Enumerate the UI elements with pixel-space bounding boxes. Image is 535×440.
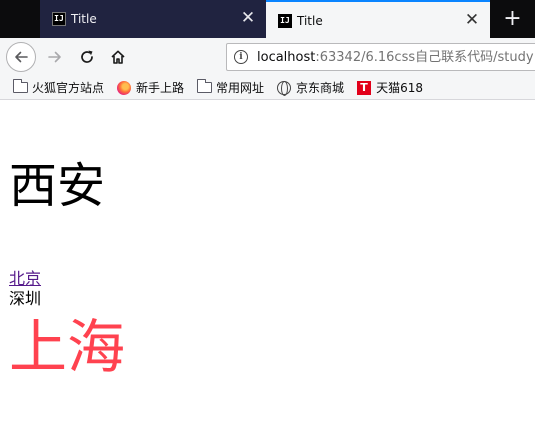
url-bar[interactable]: i localhost:63342/6.16css自己联系代码/study [226, 43, 535, 71]
reload-button[interactable] [72, 42, 102, 72]
tab-title: Title [297, 14, 323, 28]
intellij-favicon-icon: IJ [52, 12, 66, 26]
bookmark-label: 京东商城 [296, 81, 345, 95]
forward-button[interactable] [40, 42, 70, 72]
home-icon [111, 50, 125, 64]
home-button[interactable] [103, 42, 133, 72]
navigation-toolbar: i localhost:63342/6.16css自己联系代码/study [0, 38, 535, 76]
bookmark-label: 常用网址 [216, 81, 265, 95]
back-arrow-icon [15, 51, 28, 63]
folder-icon [12, 79, 28, 95]
bookmark-label: 天猫618 [376, 81, 423, 95]
bookmark-firefox-official[interactable]: 火狐官方站点 [12, 79, 104, 96]
page-heading: 西安 [9, 158, 106, 214]
back-button[interactable] [6, 42, 36, 72]
url-text[interactable]: localhost:63342/6.16css自己联系代码/study [257, 50, 534, 66]
tab-inactive[interactable]: IJ Title ✕ [40, 0, 266, 38]
shanghai-text: 上海 [9, 313, 126, 381]
new-tab-button[interactable]: + [490, 0, 535, 38]
tabstrip-leading-space [0, 0, 40, 38]
intellij-favicon-icon: IJ [278, 14, 292, 28]
close-tab-icon[interactable]: ✕ [464, 12, 480, 29]
tab-strip: IJ Title ✕ IJ Title ✕ + [0, 0, 535, 38]
site-info-icon[interactable]: i [234, 50, 248, 64]
folder-icon [196, 79, 212, 95]
url-host: localhost [257, 50, 316, 65]
close-tab-icon[interactable]: ✕ [240, 10, 256, 27]
tab-active[interactable]: IJ Title ✕ [266, 0, 490, 38]
bookmark-getting-started[interactable]: 新手上路 [116, 79, 184, 96]
bookmark-label: 新手上路 [136, 81, 185, 95]
shenzhen-text: 深圳 [9, 289, 42, 308]
firefox-icon [116, 80, 132, 95]
bookmark-tmall[interactable]: T 天猫618 [356, 79, 423, 96]
bookmark-jd[interactable]: 京东商城 [276, 79, 344, 96]
bookmark-label: 火狐官方站点 [32, 81, 105, 95]
bookmarks-toolbar: 火狐官方站点 新手上路 常用网址 京东商城 T 天猫618 [0, 76, 535, 100]
beijing-link[interactable]: 北京 [9, 269, 41, 289]
page-content: 西安 北京 深圳 上海 [0, 101, 535, 440]
globe-icon [276, 80, 292, 96]
reload-icon [81, 50, 93, 63]
tmall-icon: T [356, 80, 372, 95]
forward-arrow-icon [48, 51, 61, 63]
bookmark-common-sites[interactable]: 常用网址 [196, 79, 264, 96]
url-path: :63342/6.16css自己联系代码/study [315, 50, 534, 65]
tab-title: Title [71, 12, 97, 26]
